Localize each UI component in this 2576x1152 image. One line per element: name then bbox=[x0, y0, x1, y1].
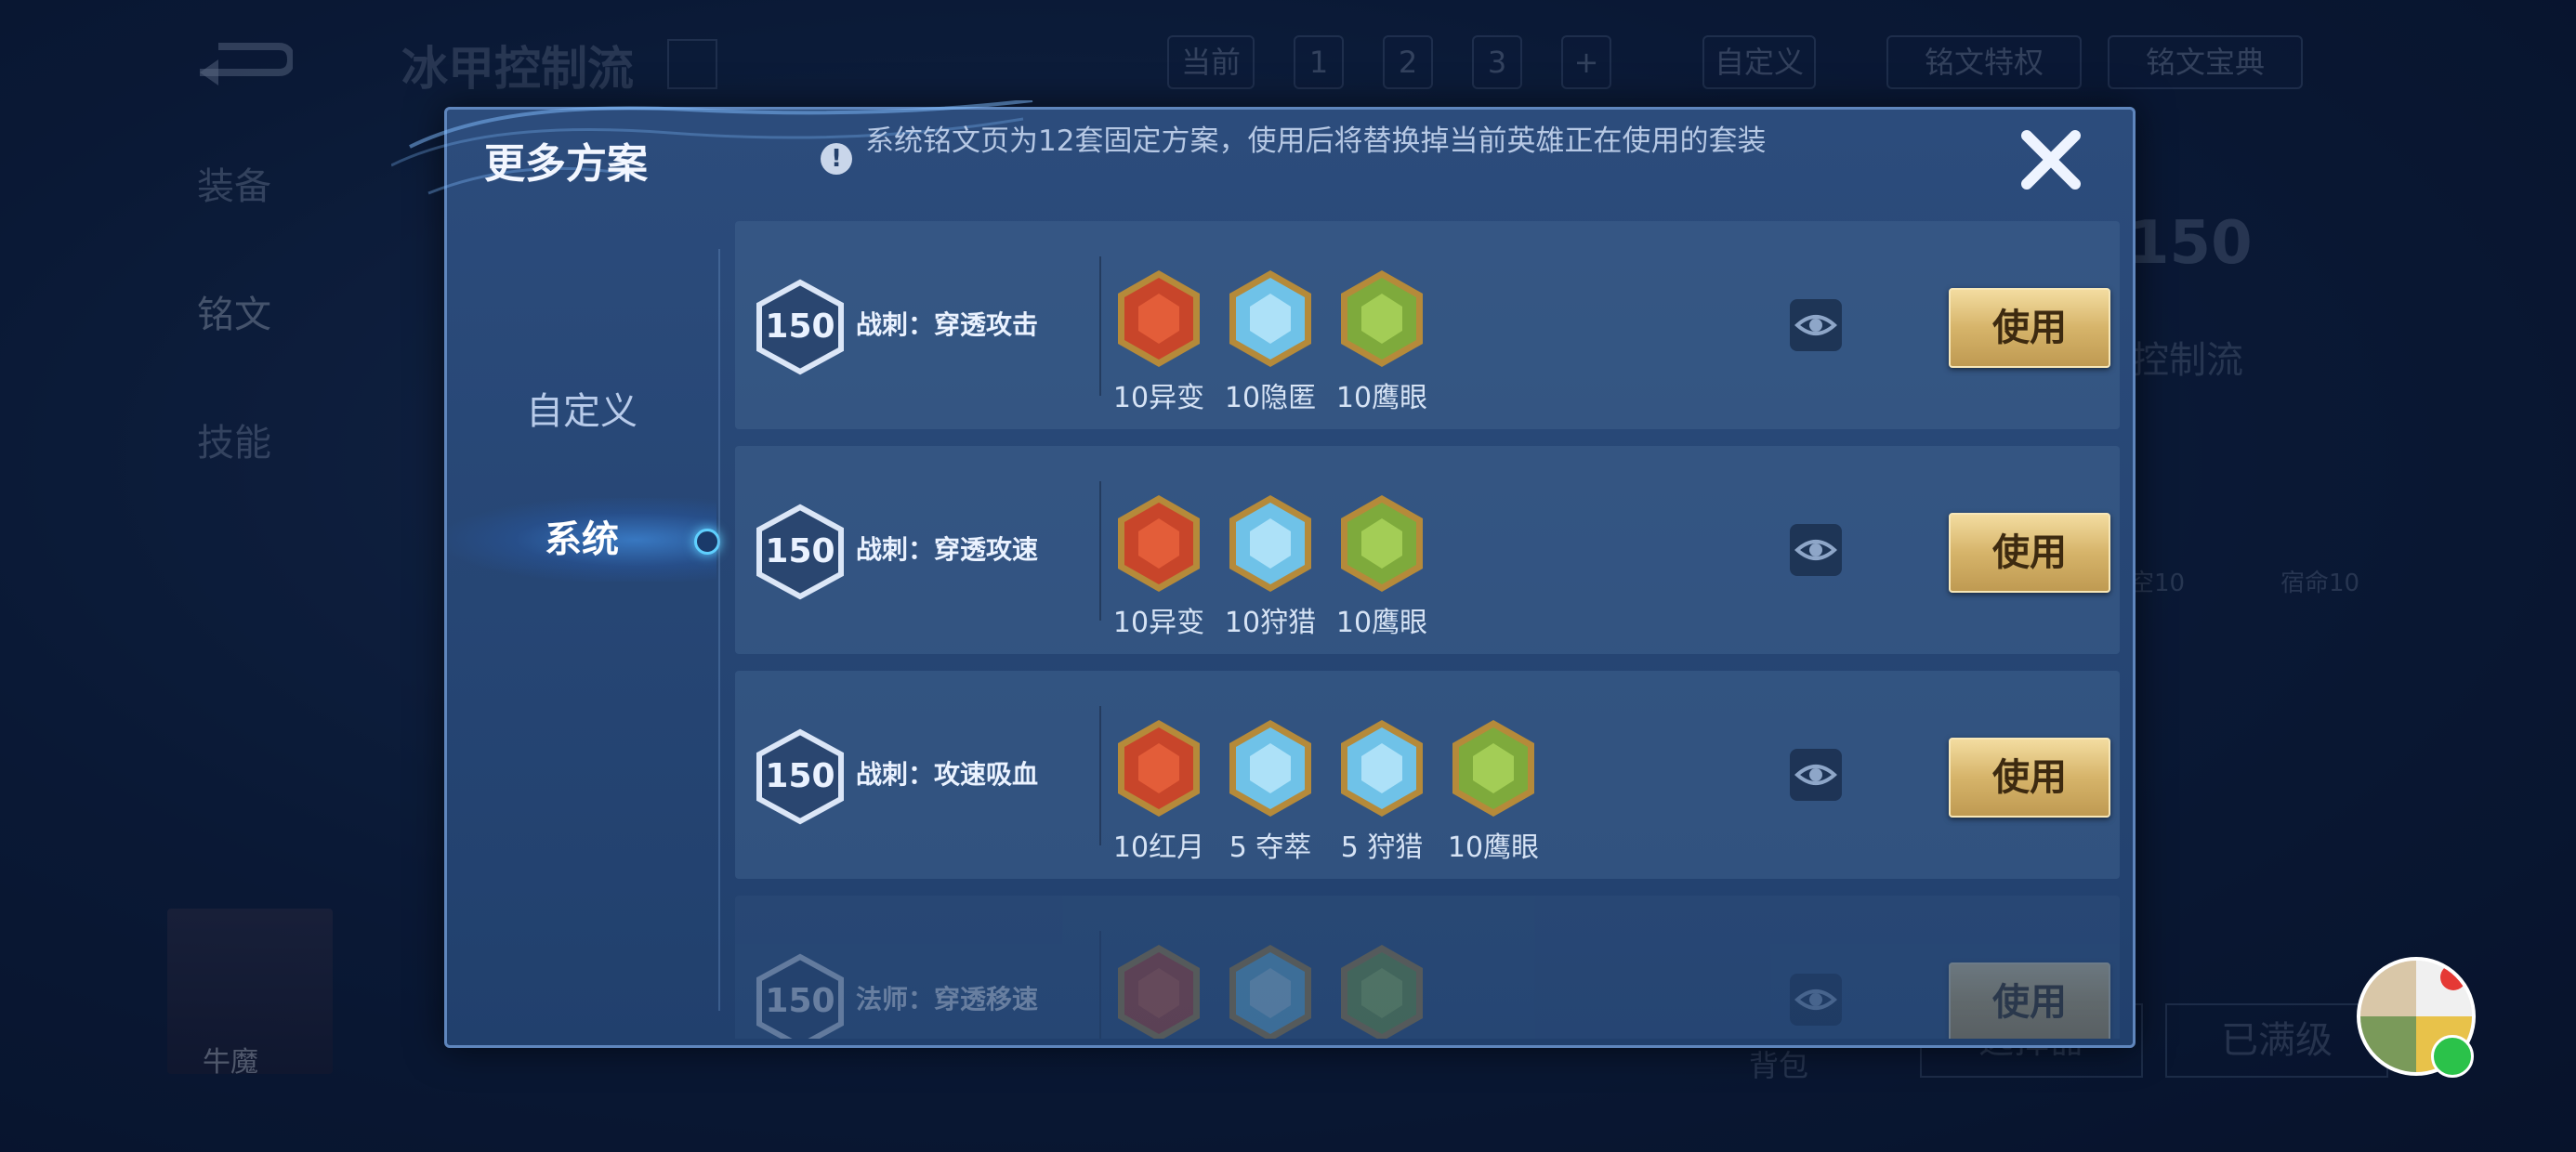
preview-eye-icon[interactable] bbox=[1790, 299, 1842, 351]
preview-eye-icon[interactable] bbox=[1790, 749, 1842, 801]
wechat-icon[interactable] bbox=[2431, 1035, 2474, 1078]
plan-row: 150 战刺：攻速吸血 10红月 5 夺萃 5 狩猎 10鹰眼 使用 bbox=[735, 671, 2120, 879]
plan-name: 战刺：攻速吸血 bbox=[856, 759, 1039, 790]
tab-system[interactable]: 系统 bbox=[447, 498, 720, 582]
rune-blue-icon[interactable] bbox=[1226, 942, 1315, 1039]
active-tab-indicator bbox=[694, 529, 720, 555]
tab-custom[interactable]: 自定义 bbox=[447, 370, 716, 453]
preview-eye-icon[interactable] bbox=[1790, 974, 1842, 1026]
rune-green-icon[interactable] bbox=[1337, 268, 1426, 370]
rune-green-icon[interactable] bbox=[1449, 717, 1538, 819]
rune-green-icon[interactable] bbox=[1337, 492, 1426, 595]
rune-red-icon[interactable] bbox=[1114, 492, 1203, 595]
plan-row: 150 战刺：穿透攻速 10异变 10狩猎 10鹰眼 使用 bbox=[735, 446, 2120, 654]
rune-label: 10异变 bbox=[1112, 382, 1205, 414]
notice-text: 系统铭文页为12套固定方案，使用后将替换掉当前英雄正在使用的套装 bbox=[865, 124, 1767, 158]
modal-header: 更多方案 ! 系统铭文页为12套固定方案，使用后将替换掉当前英雄正在使用的套装 bbox=[391, 100, 2133, 212]
level-value: 150 bbox=[765, 532, 835, 570]
tab-divider bbox=[718, 249, 720, 1011]
plan-name: 战刺：穿透攻速 bbox=[856, 534, 1039, 565]
rune-label: 5 夺萃 bbox=[1229, 831, 1312, 864]
rune-label: 10鹰眼 bbox=[1335, 607, 1428, 639]
plan-name: 战刺：穿透攻击 bbox=[856, 309, 1039, 340]
use-button[interactable]: 使用 bbox=[1949, 962, 2110, 1039]
rune-red-icon[interactable] bbox=[1114, 942, 1203, 1039]
rune-blue-icon[interactable] bbox=[1226, 717, 1315, 819]
rune-blue-icon[interactable] bbox=[1337, 717, 1426, 819]
preview-eye-icon[interactable] bbox=[1790, 524, 1842, 576]
rune-red-icon[interactable] bbox=[1114, 717, 1203, 819]
level-value: 150 bbox=[765, 757, 835, 795]
plan-row: 150 法师：穿透移速 使用 bbox=[735, 896, 2120, 1039]
use-button[interactable]: 使用 bbox=[1949, 738, 2110, 818]
rune-blue-icon[interactable] bbox=[1226, 268, 1315, 370]
use-button[interactable]: 使用 bbox=[1949, 288, 2110, 368]
rune-label: 10鹰眼 bbox=[1447, 831, 1540, 864]
rune-blue-icon[interactable] bbox=[1226, 492, 1315, 595]
plan-list[interactable]: 150 战刺：穿透攻击 10异变 10隐匿 10鹰眼 使用 150 战刺：穿透攻速 10异变 10… bbox=[735, 221, 2120, 1039]
more-plans-modal: 更多方案 ! 系统铭文页为12套固定方案，使用后将替换掉当前英雄正在使用的套装 … bbox=[391, 100, 2136, 1048]
rune-label: 10狩猎 bbox=[1224, 607, 1317, 639]
modal-title: 更多方案 bbox=[484, 140, 648, 188]
info-icon: ! bbox=[821, 143, 852, 175]
tab-system-label: 系统 bbox=[545, 518, 619, 561]
close-icon[interactable] bbox=[2014, 123, 2088, 197]
rune-label: 10异变 bbox=[1112, 607, 1205, 639]
row-separator bbox=[1099, 931, 1101, 1039]
rune-red-icon[interactable] bbox=[1114, 268, 1203, 370]
use-button[interactable]: 使用 bbox=[1949, 513, 2110, 593]
level-value: 150 bbox=[765, 308, 835, 346]
plan-name: 法师：穿透移速 bbox=[856, 984, 1039, 1015]
rune-label: 10隐匿 bbox=[1224, 382, 1317, 414]
rune-label: 5 狩猎 bbox=[1340, 831, 1424, 864]
level-value: 150 bbox=[765, 982, 835, 1020]
plan-row: 150 战刺：穿透攻击 10异变 10隐匿 10鹰眼 使用 bbox=[735, 221, 2120, 429]
rune-green-icon[interactable] bbox=[1337, 942, 1426, 1039]
rune-label: 10鹰眼 bbox=[1335, 382, 1428, 414]
rune-label: 10红月 bbox=[1112, 831, 1205, 864]
